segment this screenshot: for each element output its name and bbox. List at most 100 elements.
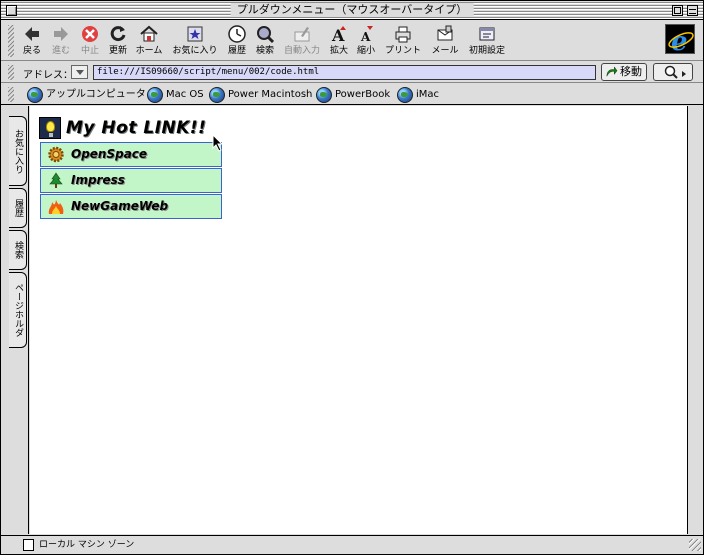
security-zone-text: ローカル マシン ゾーン (39, 540, 135, 550)
stop-label: 中止 (80, 46, 99, 56)
gear-icon (48, 146, 64, 163)
autofill-icon (294, 27, 310, 42)
favorites-button[interactable]: お気に入り (171, 24, 219, 58)
tab-search[interactable]: 検索 (9, 230, 27, 270)
window-title: プルダウンメニュー（マウスオーバータイプ） (230, 3, 474, 17)
zoom-box[interactable] (672, 5, 683, 16)
menu-item-label: Impress (71, 173, 125, 187)
ie-logo-icon: e (668, 27, 694, 57)
tree-icon (49, 172, 63, 188)
resize-grip[interactable] (689, 539, 701, 551)
button-toolbar: 戻る 進む 中止 更新 ホーム お気に入り 履歴 検索 自動入力 A 拡大 A … (1, 21, 703, 61)
autofill-label: 自動入力 (283, 46, 320, 56)
favorites-grip[interactable] (8, 87, 14, 102)
favorite-link-label: iMac (416, 89, 440, 100)
favorite-link-label: Mac OS (166, 89, 204, 100)
svg-text:e: e (671, 27, 688, 55)
refresh-label: 更新 (108, 46, 127, 56)
collapse-box[interactable] (687, 5, 698, 16)
lightbulb-icon (39, 117, 61, 139)
favorite-link-powermac[interactable]: Power Macintosh (209, 87, 312, 103)
vertical-scrollbar[interactable] (687, 106, 703, 534)
flame-icon (48, 200, 64, 214)
text-larger-icon: A (331, 26, 346, 44)
preferences-button[interactable]: 初期設定 (467, 24, 507, 58)
text-smaller-button[interactable]: A 縮小 (355, 24, 377, 58)
favorite-link-imac[interactable]: iMac (397, 87, 439, 103)
mail-icon (437, 25, 453, 41)
print-icon (395, 26, 411, 43)
search-label: 検索 (255, 46, 274, 56)
favorite-link-label: PowerBook (335, 89, 391, 100)
favorites-icon (187, 26, 203, 42)
ie-logo[interactable]: e (665, 24, 695, 57)
globe-icon (209, 87, 225, 103)
back-label: 戻る (22, 46, 41, 56)
address-grip[interactable] (8, 65, 14, 80)
zone-icon (23, 539, 34, 551)
history-label: 履歴 (227, 46, 246, 56)
globe-icon (316, 87, 332, 103)
status-bar: ローカル マシン ゾーン (1, 535, 703, 554)
favorites-label: お気に入り (172, 46, 218, 56)
menu-item-newgameweb[interactable]: NewGameWeb (40, 194, 222, 219)
history-button[interactable]: 履歴 (225, 24, 249, 58)
forward-button[interactable]: 進む (48, 24, 74, 58)
back-arrow-icon (25, 27, 39, 41)
refresh-button[interactable]: 更新 (105, 24, 131, 58)
mail-label: メール (431, 46, 459, 56)
explorer-side-tabs: お気に入り 履歴 検索 ページホルダ (1, 106, 29, 534)
favorite-link-label: アップルコンピュータ (46, 89, 146, 100)
favorite-link-powerbook[interactable]: PowerBook (316, 87, 390, 103)
tab-history[interactable]: 履歴 (9, 188, 27, 228)
search-icon (257, 26, 275, 44)
toolbar-grip[interactable] (8, 25, 14, 57)
favorite-link-label: Power Macintosh (228, 89, 313, 100)
home-button[interactable]: ホーム (134, 24, 164, 58)
favorites-bar: アップルコンピュータ Mac OS Power Macintosh PowerB… (1, 84, 703, 105)
go-label: 移動 (620, 65, 642, 78)
search-button[interactable]: 検索 (253, 24, 277, 58)
magnifier-icon (664, 65, 686, 79)
autofill-button[interactable]: 自動入力 (282, 24, 322, 58)
refresh-icon (110, 26, 126, 42)
forward-label: 進む (51, 46, 70, 56)
back-button[interactable]: 戻る (19, 24, 45, 58)
history-icon (228, 25, 246, 43)
address-input[interactable]: file:///IS09660/script/menu/002/code.htm… (93, 65, 596, 80)
preferences-label: 初期設定 (468, 46, 505, 56)
address-search-button[interactable] (653, 63, 693, 81)
browser-window: プルダウンメニュー（マウスオーバータイプ） 戻る 進む 中止 更新 ホーム お気… (0, 0, 704, 555)
globe-icon (397, 87, 413, 103)
favorite-link-macos[interactable]: Mac OS (147, 87, 204, 103)
globe-icon (147, 87, 163, 103)
print-button[interactable]: プリント (384, 24, 422, 58)
print-label: プリント (384, 46, 421, 56)
menu-title: My Hot LINK!! (66, 118, 207, 138)
stop-icon (82, 26, 98, 42)
text-larger-button[interactable]: A 拡大 (328, 24, 350, 58)
text-smaller-icon: A (360, 26, 373, 44)
address-label: アドレス： (23, 70, 73, 81)
globe-icon (27, 87, 43, 103)
close-box[interactable] (6, 5, 17, 16)
home-icon (140, 25, 158, 42)
mail-button[interactable]: メール (429, 24, 461, 58)
favorite-link-apple[interactable]: アップルコンピュータ (27, 87, 146, 103)
stop-button[interactable]: 中止 (77, 24, 103, 58)
menu-item-openspace[interactable]: OpenSpace (40, 142, 222, 167)
menu-item-impress[interactable]: Impress (40, 168, 222, 193)
address-history-dropdown[interactable] (71, 65, 88, 79)
title-bar[interactable]: プルダウンメニュー（マウスオーバータイプ） (1, 1, 703, 20)
address-bar: アドレス： file:///IS09660/script/menu/002/co… (1, 62, 703, 83)
text-smaller-label: 縮小 (356, 46, 375, 56)
tab-page-holder[interactable]: ページホルダ (9, 272, 27, 348)
mouse-cursor-icon (212, 134, 224, 152)
go-button[interactable]: 移動 (601, 63, 647, 81)
home-label: ホーム (135, 46, 163, 56)
go-arrow-icon (606, 66, 618, 77)
text-larger-label: 拡大 (329, 46, 348, 56)
pulldown-menu-list: OpenSpace Impress NewGameWeb (40, 142, 222, 220)
page-content: My Hot LINK!! OpenSpace Impress NewGameW… (30, 106, 687, 534)
tab-favorites[interactable]: お気に入り (9, 116, 27, 186)
